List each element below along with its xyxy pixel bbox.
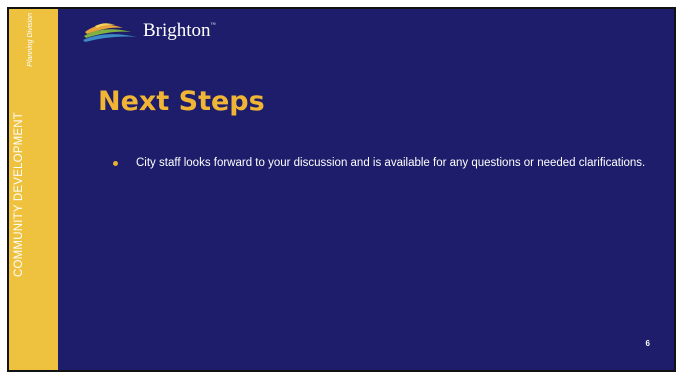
slide-title: Next Steps [98,86,265,117]
bullet-dot-icon [113,161,118,166]
page-number: 6 [645,339,650,348]
sidebar-banner: COMMUNITY DEVELOPMENT Planning Division [9,9,58,370]
presentation-slide: COMMUNITY DEVELOPMENT Planning Division … [7,7,676,372]
bullet-text: City staff looks forward to your discuss… [136,157,646,169]
sidebar-subtitle: Planning Division [27,13,34,67]
brighton-logo: Brighton™ [81,18,215,44]
sidebar-text-block: COMMUNITY DEVELOPMENT Planning Division [13,9,35,277]
logo-name: Brighton [143,20,211,41]
logo-wordmark: Brighton™ [143,20,215,42]
bullet-item: City staff looks forward to your discuss… [113,157,653,170]
trademark-mark: ™ [210,23,216,28]
logo-icon [83,23,137,42]
bullet-list: City staff looks forward to your discuss… [113,157,653,170]
sidebar-title: COMMUNITY DEVELOPMENT [13,111,25,277]
